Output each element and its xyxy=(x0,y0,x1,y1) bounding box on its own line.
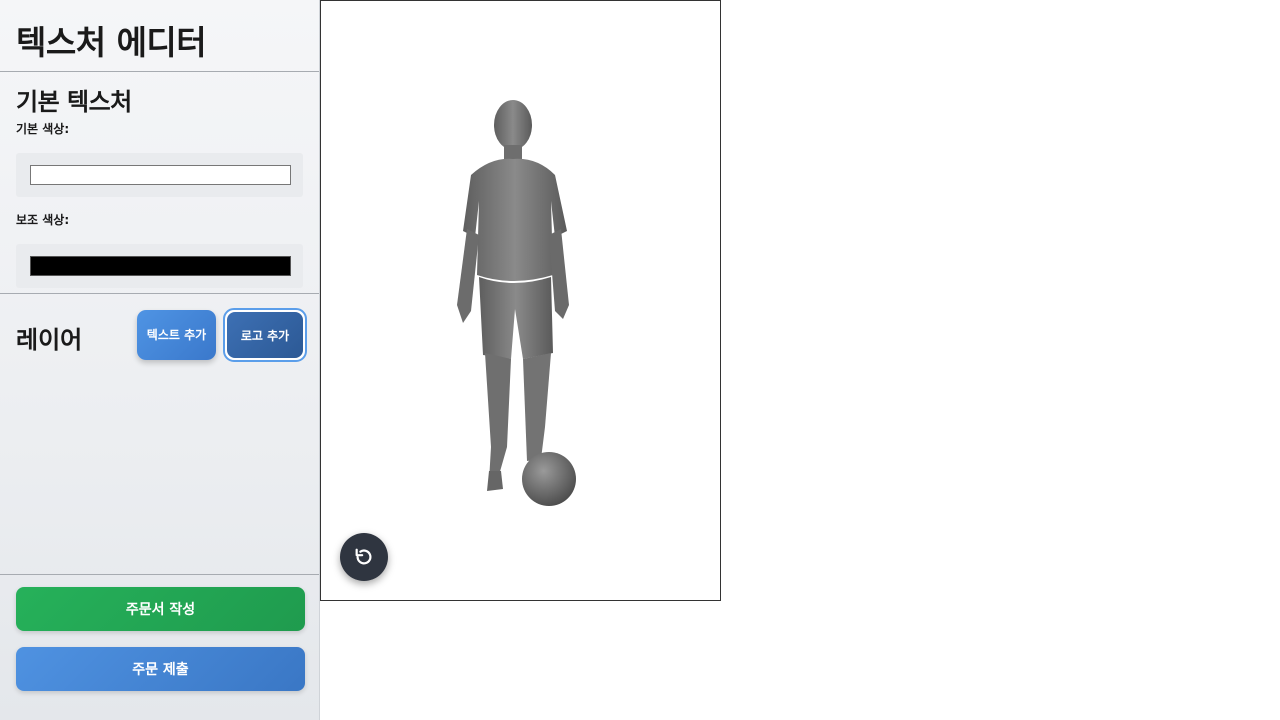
secondary-color-container xyxy=(16,244,303,288)
add-text-button[interactable]: 텍스트 추가 xyxy=(137,310,216,360)
layers-section: 레이어 텍스트 추가 로고 추가 xyxy=(0,294,319,575)
base-texture-title: 기본 텍스처 xyxy=(16,88,132,116)
app-title: 텍스처 에디터 xyxy=(16,23,207,62)
sidebar-header: 텍스처 에디터 xyxy=(0,0,319,72)
rotate-reset-icon xyxy=(355,548,372,565)
primary-color-label: 기본 색상: xyxy=(16,122,70,136)
secondary-color-label: 보조 색상: xyxy=(16,213,70,227)
base-texture-section: 기본 텍스처 기본 색상: 보조 색상: xyxy=(0,72,319,294)
layers-title: 레이어 xyxy=(16,326,83,354)
reset-view-button[interactable] xyxy=(340,533,388,581)
write-order-button[interactable]: 주문서 작성 xyxy=(16,587,305,631)
submit-order-button[interactable]: 주문 제출 xyxy=(16,647,305,691)
3d-viewport[interactable] xyxy=(320,0,721,601)
secondary-color-input[interactable] xyxy=(30,256,291,276)
add-logo-button-label: 로고 추가 xyxy=(227,312,303,358)
add-logo-button[interactable]: 로고 추가 xyxy=(223,308,307,362)
primary-color-container xyxy=(16,153,303,197)
order-actions: 주문서 작성 주문 제출 xyxy=(0,575,319,691)
soccer-player-model xyxy=(457,100,576,506)
primary-color-input[interactable] xyxy=(30,165,291,185)
sidebar: 텍스처 에디터 기본 텍스처 기본 색상: 보조 색상: 레이어 텍스트 추가 … xyxy=(0,0,320,720)
